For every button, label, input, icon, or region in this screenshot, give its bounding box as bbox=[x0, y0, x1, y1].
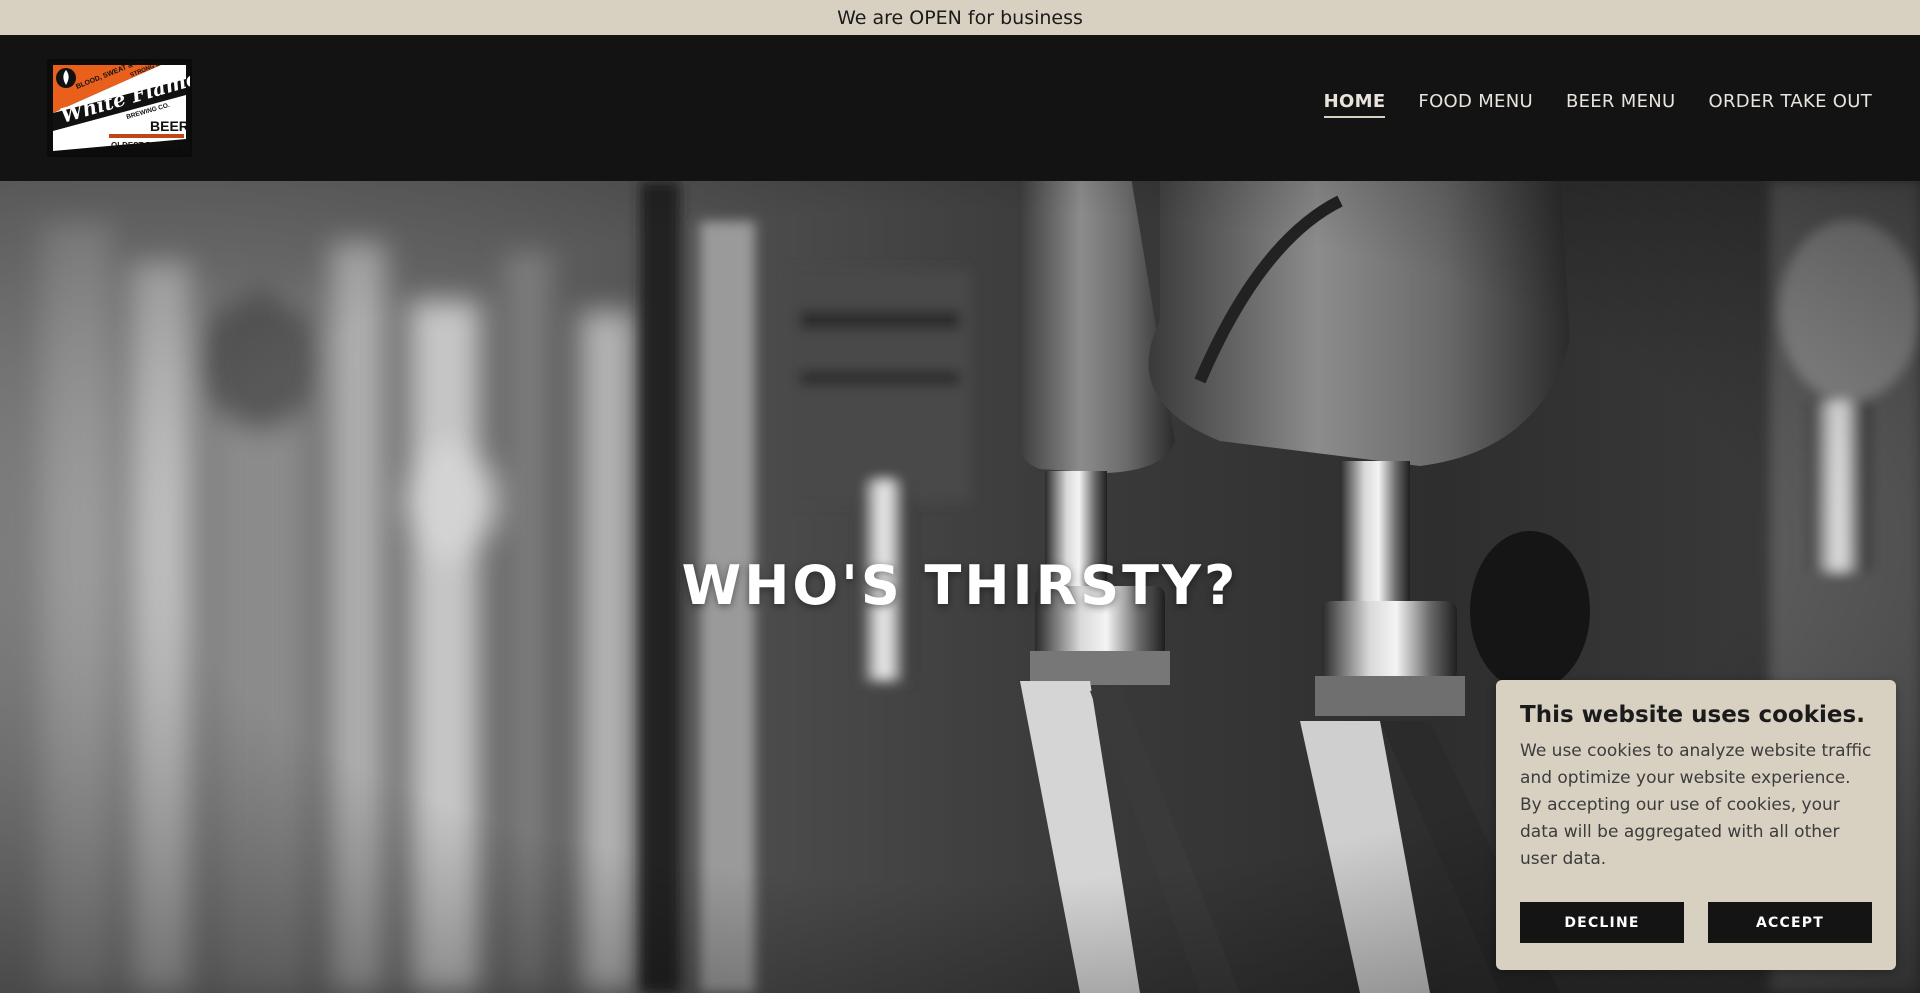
nav-food-menu[interactable]: FOOD MENU bbox=[1418, 91, 1533, 118]
cookie-banner-actions: DECLINE ACCEPT bbox=[1520, 902, 1872, 943]
nav-beer-menu[interactable]: BEER MENU bbox=[1566, 91, 1676, 118]
main-nav: HOME FOOD MENU BEER MENU ORDER TAKE OUT bbox=[1323, 91, 1872, 118]
announcement-bar: We are OPEN for business bbox=[0, 0, 1920, 35]
site-header: BLOOD, SWEAT & BEERS STRONG BEER White F… bbox=[0, 35, 1920, 181]
cookie-banner-title: This website uses cookies. bbox=[1520, 702, 1865, 728]
logo-graphic: BLOOD, SWEAT & BEERS STRONG BEER White F… bbox=[49, 61, 190, 155]
nav-home[interactable]: HOME bbox=[1323, 91, 1386, 118]
announcement-text: We are OPEN for business bbox=[837, 6, 1083, 29]
cookie-banner: This website uses cookies. We use cookie… bbox=[1496, 680, 1896, 970]
logo-oldest-brewery: OLDEST BREWERY bbox=[111, 141, 187, 150]
decline-cookies-button[interactable]: DECLINE bbox=[1520, 902, 1684, 943]
hero-title: WHO'S THIRSTY? bbox=[681, 554, 1239, 617]
nav-order-take-out[interactable]: ORDER TAKE OUT bbox=[1709, 91, 1872, 118]
brand-logo[interactable]: BLOOD, SWEAT & BEERS STRONG BEER White F… bbox=[47, 59, 192, 157]
logo-beer: BEER bbox=[150, 118, 189, 134]
cookie-banner-body: We use cookies to analyze website traffi… bbox=[1520, 741, 1872, 869]
accept-cookies-button[interactable]: ACCEPT bbox=[1708, 902, 1872, 943]
